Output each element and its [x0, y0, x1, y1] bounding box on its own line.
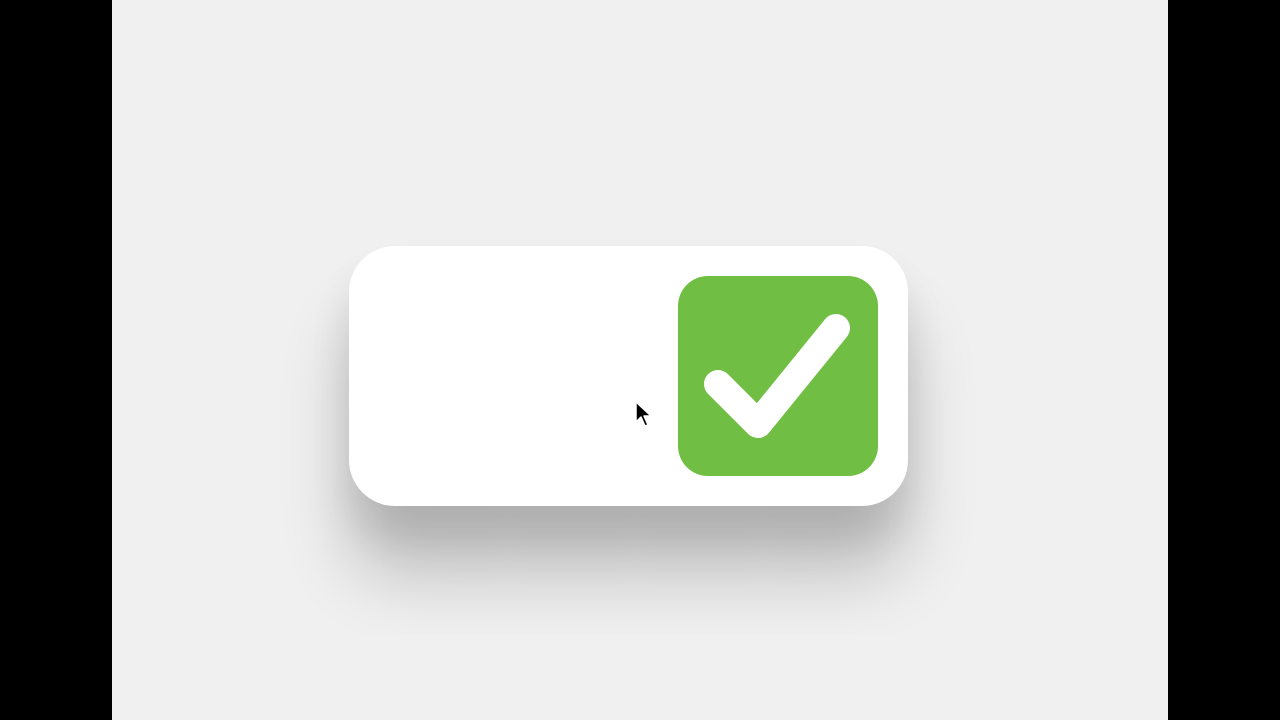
letterbox-right	[1168, 0, 1280, 720]
checkbox-card[interactable]	[349, 246, 908, 506]
mouse-pointer-icon	[635, 401, 652, 427]
letterbox-left	[0, 0, 112, 720]
checkbox-hit-area[interactable]	[349, 246, 669, 506]
stage-background	[112, 0, 1168, 720]
check-icon	[704, 314, 850, 438]
checkbox-checked-tile[interactable]	[678, 276, 878, 476]
